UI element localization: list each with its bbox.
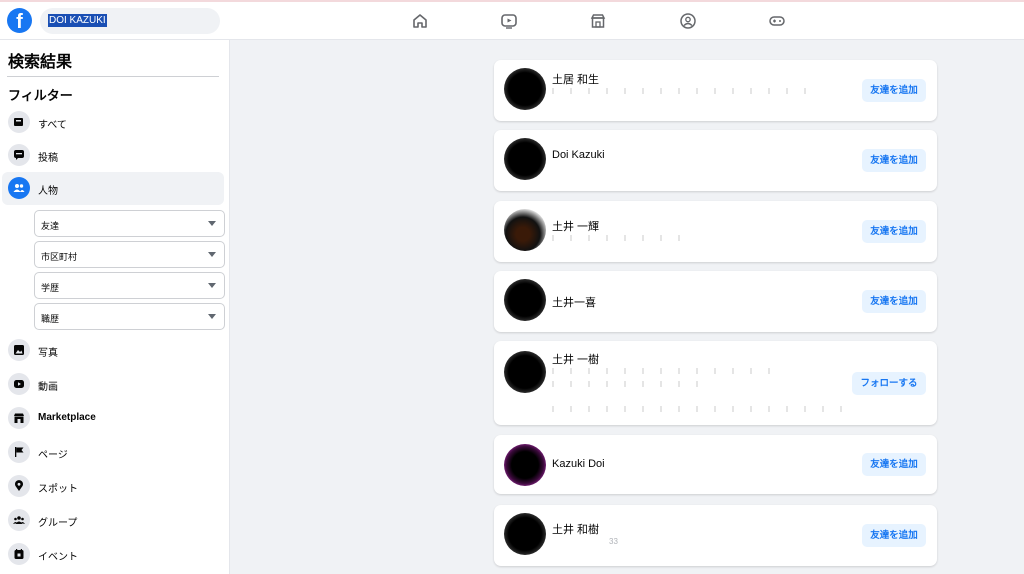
search-result-card[interactable]: 土井 一輝 友達を追加 <box>494 201 937 262</box>
blurred-details: 33 <box>609 537 618 546</box>
search-input-value: DOI KAZUKI <box>48 14 107 27</box>
sidebar-item-label: ページ <box>38 450 68 461</box>
add-friend-button[interactable]: 友達を追加 <box>862 290 926 313</box>
sidebar-item-pages[interactable]: ページ <box>2 436 224 469</box>
search-result-card[interactable]: 土井 一樹 フォローする <box>494 341 937 425</box>
places-icon <box>8 475 30 497</box>
avatar[interactable] <box>504 444 546 486</box>
result-name[interactable]: 土井一喜 <box>552 294 596 310</box>
blurred-details <box>552 406 852 412</box>
watch-icon[interactable] <box>500 12 518 30</box>
filter-dropdown-friends[interactable]: 友達 <box>34 210 225 237</box>
search-result-card[interactable]: 土井一喜 友達を追加 <box>494 271 937 332</box>
gaming-icon[interactable] <box>768 12 786 30</box>
filter-dropdown-education[interactable]: 学歴 <box>34 272 225 299</box>
result-name[interactable]: Doi Kazuki <box>552 149 605 161</box>
search-input[interactable]: DOI KAZUKI <box>40 8 220 34</box>
sidebar-item-posts[interactable]: 投稿 <box>2 139 224 172</box>
avatar[interactable] <box>504 209 546 251</box>
filter-dropdown-city[interactable]: 市区町村 <box>34 241 225 268</box>
add-friend-button[interactable]: 友達を追加 <box>862 79 926 102</box>
avatar[interactable] <box>504 138 546 180</box>
dropdown-label: 友達 <box>41 221 60 231</box>
sidebar-divider <box>7 76 219 77</box>
sidebar-item-people[interactable]: 人物 <box>2 172 224 205</box>
marketplace-icon <box>8 407 30 429</box>
people-icon <box>8 177 30 199</box>
add-friend-button[interactable]: 友達を追加 <box>862 149 926 172</box>
facebook-logo[interactable]: f <box>7 8 32 33</box>
follow-button[interactable]: フォローする <box>852 372 926 395</box>
search-result-card[interactable]: Doi Kazuki 友達を追加 <box>494 130 937 191</box>
result-name[interactable]: 土居 和生 <box>552 71 599 87</box>
add-friend-button[interactable]: 友達を追加 <box>862 524 926 547</box>
dropdown-label: 市区町村 <box>41 252 78 262</box>
search-result-card[interactable]: 土居 和生 友達を追加 <box>494 60 937 121</box>
sidebar-item-all[interactable]: すべて <box>2 106 224 139</box>
add-friend-button[interactable]: 友達を追加 <box>862 220 926 243</box>
sidebar-item-label: スポット <box>38 484 78 495</box>
avatar[interactable] <box>504 68 546 110</box>
pages-icon <box>8 441 30 463</box>
result-name[interactable]: 土井 一輝 <box>552 218 599 234</box>
blurred-details <box>552 368 772 374</box>
photos-icon <box>8 339 30 361</box>
avatar[interactable] <box>504 279 546 321</box>
result-name[interactable]: Kazuki Doi <box>552 458 605 470</box>
filter-heading: フィルター <box>8 88 73 103</box>
result-name[interactable]: 土井 一樹 <box>552 351 599 367</box>
groups-icon <box>8 509 30 531</box>
top-border-line <box>0 0 1024 2</box>
dropdown-label: 学歴 <box>41 283 60 293</box>
chevron-down-icon <box>208 221 216 226</box>
sidebar-item-label: グループ <box>38 518 78 529</box>
chevron-down-icon <box>208 314 216 319</box>
sidebar-item-label: Marketplace <box>38 412 96 423</box>
blurred-details <box>552 235 687 241</box>
sidebar-item-label: 人物 <box>38 186 58 197</box>
top-navigation-bar: f DOI KAZUKI <box>0 0 1024 40</box>
avatar[interactable] <box>504 513 546 555</box>
home-icon[interactable] <box>411 12 429 30</box>
search-result-card[interactable]: 土井 和樹 33 友達を追加 <box>494 505 937 566</box>
sidebar-item-marketplace[interactable]: Marketplace <box>2 402 224 435</box>
videos-icon <box>8 373 30 395</box>
sidebar-item-label: すべて <box>38 120 67 131</box>
search-result-card[interactable]: Kazuki Doi 友達を追加 <box>494 435 937 494</box>
add-friend-button[interactable]: 友達を追加 <box>862 453 926 476</box>
groups-icon[interactable] <box>679 12 697 30</box>
chevron-down-icon <box>208 283 216 288</box>
avatar[interactable] <box>504 351 546 393</box>
sidebar-item-places[interactable]: スポット <box>2 470 224 503</box>
dropdown-label: 職歴 <box>41 314 60 324</box>
filter-dropdown-work[interactable]: 職歴 <box>34 303 225 330</box>
sidebar-item-events[interactable]: イベント <box>2 538 224 571</box>
sidebar-item-photos[interactable]: 写真 <box>2 334 224 367</box>
sidebar-title: 検索結果 <box>8 54 73 71</box>
search-filters-sidebar: 検索結果 フィルター すべて 投稿 人物 友達 市区町村 学歴 職歴 写真 動画… <box>0 40 230 574</box>
blurred-details <box>552 381 712 387</box>
sidebar-item-videos[interactable]: 動画 <box>2 368 224 401</box>
sidebar-item-label: 写真 <box>38 348 58 359</box>
sidebar-item-label: 投稿 <box>38 153 58 164</box>
sidebar-item-label: 動画 <box>38 382 58 393</box>
sidebar-item-label: イベント <box>38 552 78 563</box>
blurred-details <box>552 88 822 94</box>
all-icon <box>8 111 30 133</box>
marketplace-icon[interactable] <box>589 12 607 30</box>
result-name[interactable]: 土井 和樹 <box>552 521 599 537</box>
sidebar-item-groups[interactable]: グループ <box>2 504 224 537</box>
chevron-down-icon <box>208 252 216 257</box>
posts-icon <box>8 144 30 166</box>
events-icon <box>8 543 30 565</box>
